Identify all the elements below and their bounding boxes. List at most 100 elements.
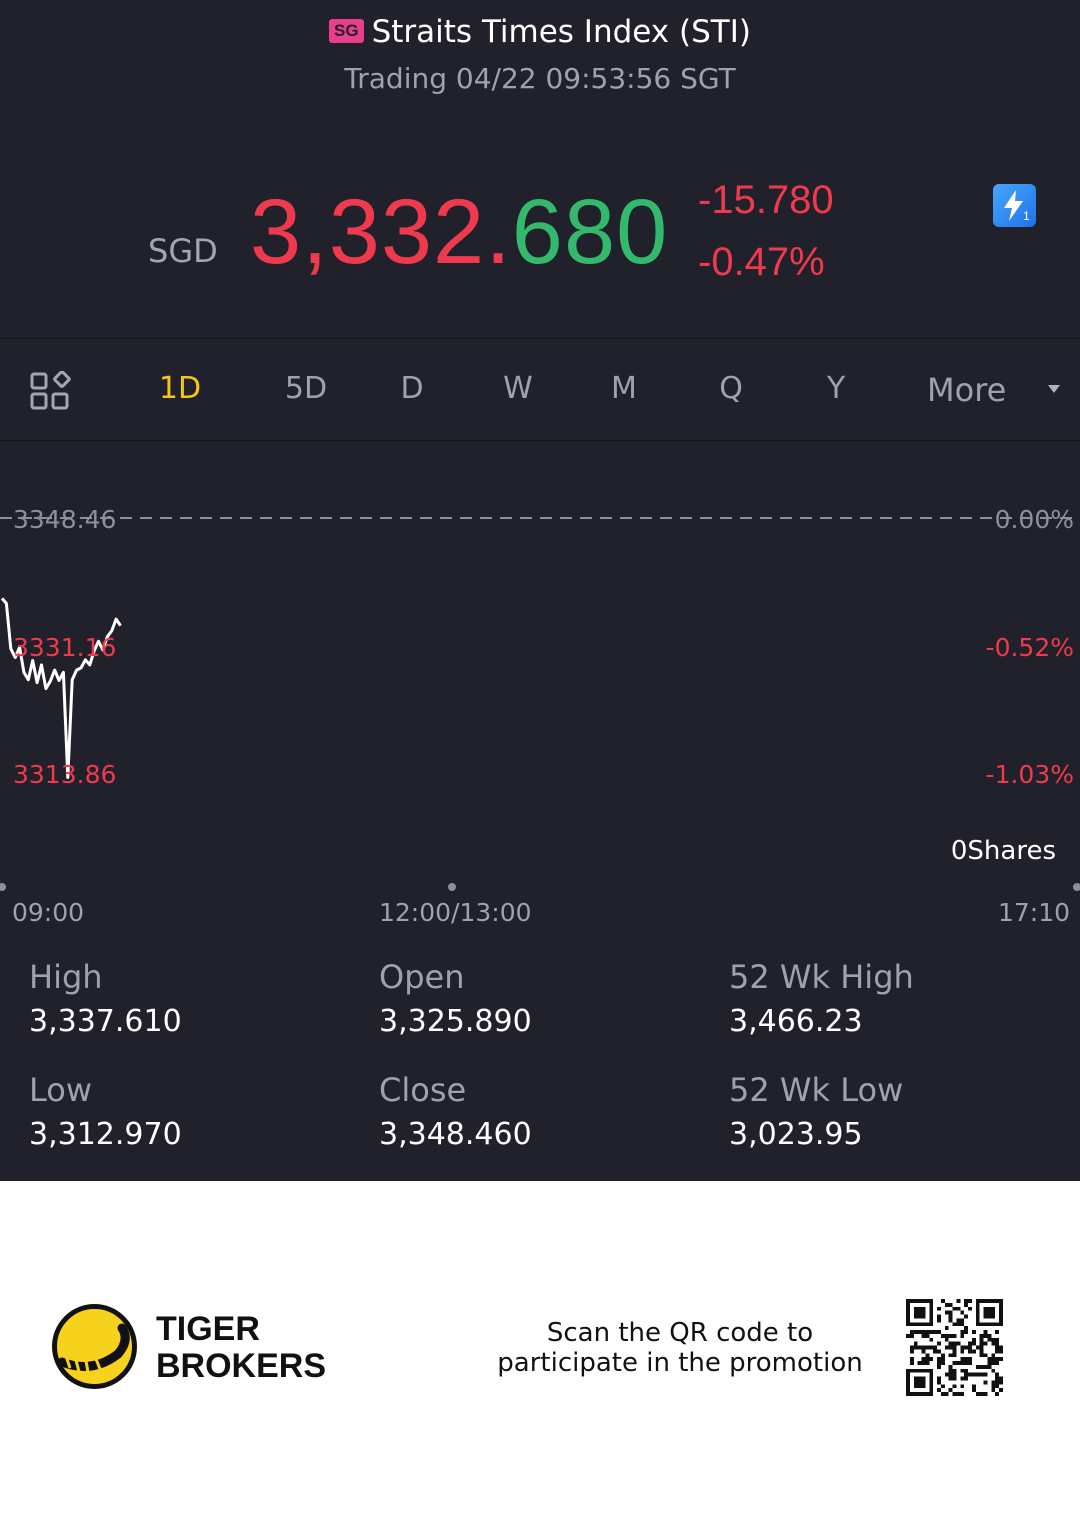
open-value: 3,325.890 — [379, 1004, 532, 1039]
qr-module — [964, 1345, 969, 1350]
qr-module — [991, 1357, 996, 1362]
qr-module — [995, 1349, 1000, 1354]
qr-module — [960, 1357, 965, 1362]
intraday-chart[interactable] — [0, 442, 1080, 942]
qr-module — [913, 1376, 926, 1389]
qr-module — [925, 1330, 930, 1334]
qr-module — [979, 1345, 984, 1350]
qr-module — [929, 1345, 934, 1350]
tab-w[interactable]: W — [478, 371, 558, 406]
qr-module — [960, 1349, 965, 1354]
tab-y[interactable]: Y — [796, 371, 876, 406]
qr-module — [940, 1333, 945, 1338]
y-axis-label-top: 3348.46 — [13, 505, 117, 534]
qr-module — [937, 1388, 941, 1393]
tab-m[interactable]: M — [584, 371, 664, 406]
qr-module — [995, 1357, 1000, 1362]
x-axis-label-midday: 12:00/13:00 — [379, 898, 532, 927]
qr-module — [999, 1345, 1003, 1350]
index-name: Straits Times Index (STI) — [371, 14, 751, 50]
qr-module — [983, 1341, 988, 1346]
price-line — [0, 597, 122, 779]
qr-module — [987, 1337, 992, 1342]
qr-module — [952, 1392, 957, 1396]
qr-module — [937, 1314, 941, 1319]
qr-module — [995, 1376, 1000, 1381]
qr-module — [921, 1333, 926, 1338]
qr-module — [987, 1361, 992, 1365]
qr-module — [952, 1384, 957, 1389]
tab-1d[interactable]: 1D — [140, 371, 220, 406]
qr-module — [948, 1333, 953, 1338]
qr-module — [925, 1345, 930, 1350]
qr-module — [944, 1302, 949, 1307]
last-price: 3,332.680 — [250, 180, 668, 285]
qr-module — [991, 1368, 996, 1373]
qr-module — [979, 1349, 984, 1354]
x-tick-dot — [1073, 883, 1080, 891]
price-change: -15.780 — [698, 178, 834, 222]
qr-module — [952, 1353, 957, 1358]
flash-order-icon[interactable]: 1 — [993, 184, 1036, 227]
qr-module — [952, 1333, 957, 1338]
qr-module — [964, 1361, 969, 1365]
more-periods-button[interactable]: More — [927, 371, 1006, 409]
high-label: High — [29, 958, 103, 996]
qr-module — [937, 1380, 941, 1385]
y-axis-pct-mid: -0.52% — [985, 633, 1074, 662]
qr-module — [948, 1302, 953, 1307]
tab-5d[interactable]: 5D — [266, 371, 346, 406]
qr-module — [979, 1372, 984, 1377]
qr-module — [952, 1361, 957, 1365]
qr-module — [960, 1330, 965, 1334]
layout-grid-icon[interactable] — [30, 371, 72, 411]
qr-module — [937, 1376, 941, 1381]
chevron-down-icon[interactable] — [1048, 385, 1060, 393]
qr-module — [968, 1349, 972, 1354]
qr-module — [944, 1310, 949, 1315]
qr-module — [929, 1357, 934, 1362]
qr-code-icon[interactable] — [905, 1299, 1004, 1396]
qr-module — [944, 1392, 949, 1396]
qr-module — [975, 1364, 980, 1369]
qr-module — [960, 1361, 965, 1365]
qr-module — [917, 1361, 922, 1365]
qr-module — [948, 1318, 953, 1323]
qr-module — [983, 1333, 988, 1338]
qr-module — [991, 1388, 996, 1393]
qr-module — [913, 1345, 918, 1350]
qr-module — [944, 1333, 949, 1338]
qr-module — [983, 1392, 988, 1396]
qr-module — [983, 1330, 988, 1334]
qr-module — [983, 1364, 988, 1369]
price-tail: 680 — [511, 181, 669, 283]
qr-module — [913, 1330, 918, 1334]
promo-line-1: Scan the QR code to — [546, 1318, 814, 1348]
qr-module — [909, 1361, 914, 1365]
qr-module — [917, 1345, 922, 1350]
qr-module — [909, 1345, 914, 1350]
qr-module — [952, 1322, 957, 1327]
qr-module — [995, 1337, 1000, 1342]
qr-module — [971, 1337, 976, 1342]
qr-module — [948, 1353, 953, 1358]
tab-q[interactable]: Q — [691, 371, 771, 406]
qr-module — [944, 1345, 949, 1350]
svg-text:1: 1 — [1023, 209, 1030, 223]
qr-module — [917, 1330, 922, 1334]
qr-module — [913, 1341, 918, 1346]
qr-module — [940, 1357, 945, 1362]
qr-module — [999, 1349, 1003, 1354]
brand-name: TIGER BROKERS — [156, 1311, 326, 1385]
qr-module — [933, 1349, 938, 1354]
qr-module — [948, 1310, 953, 1315]
qr-module — [971, 1388, 976, 1393]
low-value: 3,312.970 — [29, 1117, 182, 1152]
qr-module — [940, 1299, 945, 1303]
tab-d[interactable]: D — [372, 371, 452, 406]
qr-module — [983, 1353, 988, 1358]
period-tabs: 1D 5D D W M Q Y More — [0, 338, 1080, 441]
volume-label: 0Shares — [946, 832, 1080, 870]
qr-module — [964, 1314, 969, 1319]
x-axis-label-close: 17:10 — [997, 898, 1070, 927]
